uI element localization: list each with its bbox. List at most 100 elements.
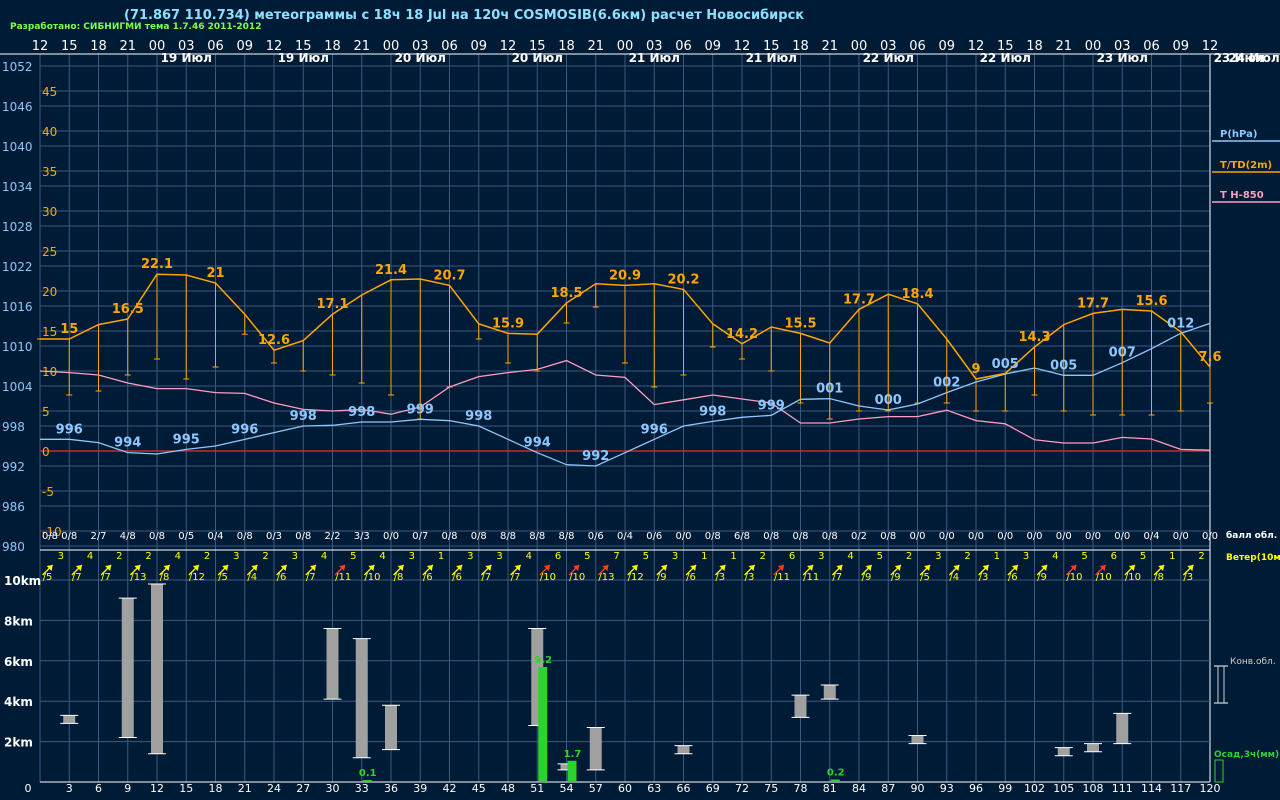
day-label: 20 Июл (512, 51, 563, 65)
wind-speed: 1 (438, 551, 444, 562)
hour-offset-label: 60 (618, 782, 632, 795)
pressure-label: 012 (1167, 316, 1194, 331)
temperature-label: 22.1 (141, 257, 173, 272)
temperature-tick-label: 20 (42, 285, 57, 299)
wind-gust: /6 (277, 572, 287, 583)
cloud-amount: 0/0 (675, 531, 691, 542)
wind-gust: /9 (862, 572, 872, 583)
cloud-amount: 0/5 (178, 531, 194, 542)
cloud-amount: 0/8 (149, 531, 165, 542)
wind-speed: 5 (877, 551, 883, 562)
height-tick-label: 6km (4, 655, 33, 669)
legend-t850: T H-850 (1220, 190, 1264, 201)
pressure-label: 005 (992, 357, 1019, 372)
pressure-label: 001 (816, 382, 843, 397)
wind-speed: 3 (233, 551, 239, 562)
wind-gust: /7 (101, 572, 111, 583)
wind-gust: /6 (686, 572, 696, 583)
wind-speed: 2 (262, 551, 268, 562)
cloud-bar (1087, 743, 1099, 752)
pressure-tick-label: 1046 (2, 100, 33, 114)
hour-offset-label: 18 (209, 782, 223, 795)
hour-offset-label: 9 (124, 782, 131, 795)
cloud-bar (677, 745, 690, 754)
pressure-tick-label: 1010 (2, 340, 33, 354)
hour-offset-label: 21 (238, 782, 252, 795)
hour-offset-label: 30 (326, 782, 340, 795)
pressure-label: 995 (173, 432, 200, 447)
wind-gust: /10 (540, 572, 556, 583)
cloud-amount: 0/8 (42, 531, 58, 542)
pressure-label: 994 (114, 436, 141, 451)
hour-offset-label: 69 (706, 782, 720, 795)
cloud-amount: 8/8 (558, 531, 574, 542)
temperature-label: 14.3 (1018, 330, 1050, 345)
day-label: 22 Июл (863, 51, 914, 65)
axes: 1052104610401034102810221016101010049989… (2, 39, 1280, 795)
wind-gust: /12 (628, 572, 644, 583)
hour-offset-label: 75 (764, 782, 778, 795)
wind-gust: /12 (189, 572, 205, 583)
wind-gust: /5 (920, 572, 930, 583)
cloud-bar (794, 695, 807, 718)
wind-speed: 6 (1111, 551, 1117, 562)
grid (0, 53, 1280, 783)
cloud-amount: 0/8 (295, 531, 311, 542)
wind-gust: /8 (394, 572, 404, 583)
cloud-label: балл обл. ниж/общ (1226, 530, 1280, 541)
pressure-tick-label: 1052 (2, 60, 33, 74)
temperature-tick-label: 35 (42, 165, 57, 179)
cloud-bar (355, 638, 368, 758)
wind-speed: 2 (145, 551, 151, 562)
wind-speed: 4 (379, 551, 385, 562)
hour-offset-label: 90 (911, 782, 925, 795)
cloud-amount: 0/0 (1202, 531, 1218, 542)
hour-offset-label: 51 (530, 782, 544, 795)
cloud-bar (151, 584, 163, 754)
hour-offset-label: 36 (384, 782, 398, 795)
cloud-amount: 2/2 (324, 531, 340, 542)
meteogram-chart: 1052104610401034102810221016101010049989… (0, 39, 1280, 795)
temperature-label: 15.5 (784, 316, 816, 331)
wind-gust: /11 (774, 572, 790, 583)
cloud-amount: 0/4 (1143, 531, 1159, 542)
hour-offset-label: 24 (267, 782, 281, 795)
hour-offset-label: 81 (823, 782, 837, 795)
hour-tick-label: 21 (821, 39, 838, 54)
wind-speed: 5 (1140, 551, 1146, 562)
hour-offset-label: 96 (969, 782, 983, 795)
wind-gust: /9 (891, 572, 901, 583)
wind-gust: /7 (481, 572, 491, 583)
precip-label: 9.2 (534, 655, 552, 666)
cloud-amount: 0/8 (763, 531, 779, 542)
pressure-label: 996 (641, 422, 668, 437)
hour-offset-label: 93 (940, 782, 954, 795)
temperature-tick-label: 25 (42, 245, 57, 259)
temperature-label: 17.7 (843, 292, 875, 307)
cloud-bar (1116, 713, 1129, 744)
cloud-amount: 0/8 (61, 531, 77, 542)
temperature-tick-label: 30 (42, 205, 57, 219)
precip-bar (362, 780, 372, 782)
wind-gust: /13 (130, 572, 146, 583)
pressure-tick-label: 1022 (2, 260, 33, 274)
pressure-label: 996 (56, 422, 83, 437)
wind-speed: 3 (58, 551, 64, 562)
cloud-amount: 0/0 (968, 531, 984, 542)
wind-speed: 1 (730, 551, 736, 562)
wind-gust: /10 (1066, 572, 1082, 583)
cloud-amount: 0/0 (909, 531, 925, 542)
day-label: 22 Июл (980, 51, 1031, 65)
hour-offset-label: 54 (560, 782, 574, 795)
cloud-amount: 0/6 (588, 531, 604, 542)
wind-speed: 2 (760, 551, 766, 562)
hour-offset-label: 84 (852, 782, 866, 795)
temperature-label: 7.6 (1198, 350, 1221, 365)
cloud-amount: 0/4 (617, 531, 633, 542)
temperature-label: 21.4 (375, 263, 407, 278)
wind-gust: /7 (511, 572, 521, 583)
legend-temperature: T/TD(2m) (1220, 160, 1272, 171)
temperature-label: 18.4 (901, 287, 933, 302)
pressure-label: 998 (699, 404, 726, 419)
hour-offset-label: 45 (472, 782, 486, 795)
